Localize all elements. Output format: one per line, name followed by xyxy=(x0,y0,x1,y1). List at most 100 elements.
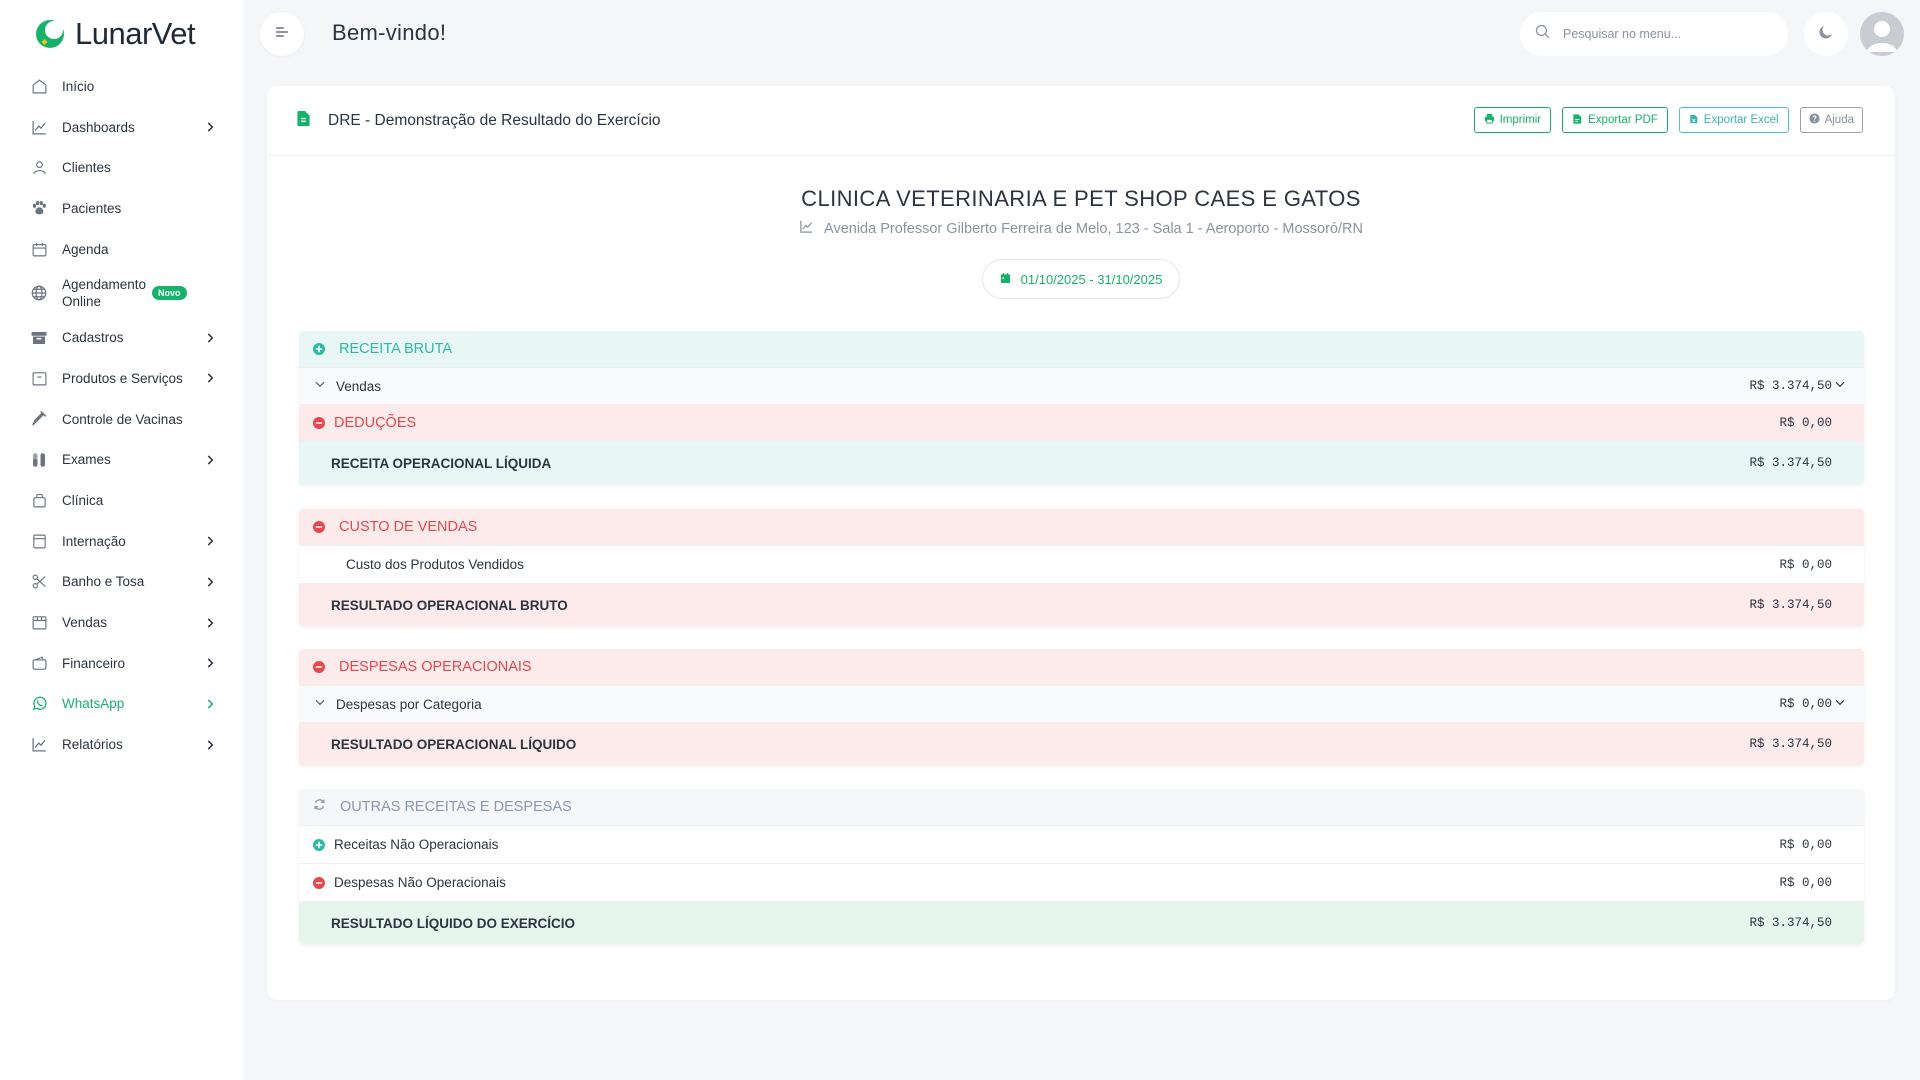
calendar-icon xyxy=(30,240,48,258)
paw-icon xyxy=(30,199,48,217)
row-value: R$ 0,00 xyxy=(1779,557,1832,572)
sidebar-item-produtos-servicos[interactable]: Produtos e Serviços xyxy=(0,358,243,399)
row-value: R$ 3.374,50 xyxy=(1749,456,1832,470)
report-actions: Imprimir Exportar PDF Exportar Excel Aju… xyxy=(1473,107,1863,133)
row-label: Receitas Não Operacionais xyxy=(334,837,499,852)
sidebar-item-dashboards[interactable]: Dashboards xyxy=(0,107,243,148)
pdf-icon xyxy=(1572,113,1583,128)
row-deducoes: DEDUÇÕES R$ 0,00 xyxy=(299,405,1864,442)
menu-toggle-button[interactable] xyxy=(260,12,304,56)
section-title: RECEITA BRUTA xyxy=(339,341,453,357)
theme-toggle-button[interactable] xyxy=(1804,12,1848,56)
row-total-despesas: RESULTADO OPERACIONAL LÍQUIDO R$ 3.374,5… xyxy=(299,723,1864,765)
plus-circle-icon xyxy=(313,838,325,851)
logo-text: LunarVet xyxy=(75,16,196,51)
section-receita: RECEITA BRUTA Vendas R$ 3.374,50 DEDUÇÕE… xyxy=(299,331,1864,484)
row-label: Custo dos Produtos Vendidos xyxy=(346,557,524,572)
print-label: Imprimir xyxy=(1499,114,1542,126)
chart-line-icon xyxy=(30,118,48,136)
sidebar-item-financeiro[interactable]: Financeiro xyxy=(0,643,243,684)
chevron-right-icon xyxy=(203,534,217,548)
row-value: R$ 0,00 xyxy=(1779,875,1832,890)
row-cpv: Custo dos Produtos Vendidos R$ 0,00 xyxy=(299,546,1864,584)
chevron-down-icon xyxy=(313,695,327,714)
plus-circle-icon xyxy=(313,343,325,355)
chevron-right-icon xyxy=(203,575,217,589)
logo[interactable]: LunarVet xyxy=(34,16,196,52)
sidebar-item-label: Banho e Tosa xyxy=(62,574,145,590)
print-button[interactable]: Imprimir xyxy=(1473,107,1552,133)
sidebar-item-label: Vendas xyxy=(62,615,108,631)
sidebar-item-label: Agendamento Online xyxy=(62,277,147,310)
search-icon xyxy=(1534,23,1551,45)
syringe-icon xyxy=(30,410,48,428)
address-text: Avenida Professor Gilberto Ferreira de M… xyxy=(824,220,1363,237)
row-despesas-categoria[interactable]: Despesas por Categoria R$ 0,00 xyxy=(299,686,1864,723)
row-value: R$ 0,00 xyxy=(1779,416,1832,430)
chevron-right-icon xyxy=(203,616,217,630)
row-vendas[interactable]: Vendas R$ 3.374,50 xyxy=(299,368,1864,405)
sidebar-item-label: Controle de Vacinas xyxy=(62,411,183,427)
section-title: OUTRAS RECEITAS E DESPESAS xyxy=(340,799,572,815)
clinic-bag-icon xyxy=(30,492,48,510)
row-label: RESULTADO LÍQUIDO DO EXERCÍCIO xyxy=(331,915,576,931)
store-icon xyxy=(30,614,48,632)
row-value: R$ 0,00 xyxy=(1779,837,1832,852)
search-box[interactable] xyxy=(1520,12,1788,56)
sidebar-item-pacientes[interactable]: Pacientes xyxy=(0,188,243,229)
globe-icon xyxy=(30,284,48,302)
sidebar-item-clinica[interactable]: Clínica xyxy=(0,480,243,521)
sidebar-item-exames[interactable]: Exames xyxy=(0,440,243,481)
chevron-right-icon xyxy=(203,120,217,134)
printer-icon xyxy=(1484,113,1495,127)
sidebar-item-agenda[interactable]: Agenda xyxy=(0,229,243,270)
chevron-right-icon xyxy=(203,697,217,711)
row-total-custo: RESULTADO OPERACIONAL BRUTO R$ 3.374,50 xyxy=(299,584,1864,626)
bed-icon xyxy=(30,532,48,550)
chevron-down-icon xyxy=(1832,695,1848,713)
sidebar-item-label: Produtos e Serviços xyxy=(62,370,183,386)
report-title: DRE - Demonstração de Resultado do Exerc… xyxy=(328,111,661,129)
user-icon xyxy=(30,159,48,177)
row-receitas-nao-operacionais: Receitas Não Operacionais R$ 0,00 xyxy=(299,826,1864,864)
chevron-right-icon xyxy=(203,331,217,345)
sidebar-item-controle-vacinas[interactable]: Controle de Vacinas xyxy=(0,399,243,440)
search-input[interactable] xyxy=(1563,27,1763,41)
export-pdf-button[interactable]: Exportar PDF xyxy=(1562,107,1668,133)
section-header-receita: RECEITA BRUTA xyxy=(299,331,1864,368)
report-header: DRE - Demonstração de Resultado do Exerc… xyxy=(267,86,1895,156)
sidebar-item-internacao[interactable]: Internação xyxy=(0,521,243,562)
row-label: RESULTADO OPERACIONAL BRUTO xyxy=(331,597,568,613)
sidebar-item-vendas[interactable]: Vendas xyxy=(0,602,243,643)
export-excel-button[interactable]: Exportar Excel xyxy=(1678,107,1789,133)
period-selector[interactable]: 01/10/2025 - 31/10/2025 xyxy=(982,259,1180,299)
sidebar-item-label: Início xyxy=(62,78,95,94)
sidebar-item-clientes[interactable]: Clientes xyxy=(0,147,243,188)
section-title: CUSTO DE VENDAS xyxy=(339,519,478,535)
archive-icon xyxy=(30,329,48,347)
help-button[interactable]: Ajuda xyxy=(1799,107,1863,133)
period-text: 01/10/2025 - 31/10/2025 xyxy=(1020,271,1163,287)
sidebar-item-inicio[interactable]: Início xyxy=(0,66,243,107)
row-label: RESULTADO OPERACIONAL LÍQUIDO xyxy=(331,736,577,752)
pdf-label: Exportar PDF xyxy=(1588,114,1658,126)
row-total-receita: RECEITA OPERACIONAL LÍQUIDA R$ 3.374,50 xyxy=(299,442,1864,484)
sidebar-item-whatsapp[interactable]: WhatsApp xyxy=(0,684,243,725)
box-icon xyxy=(30,369,48,387)
sidebar-item-label: Internação xyxy=(62,533,126,549)
report-chart-icon xyxy=(30,736,48,754)
sidebar-item-banho-tosa[interactable]: Banho e Tosa xyxy=(0,562,243,603)
sidebar-item-label: Dashboards xyxy=(62,119,135,135)
section-header-custo: CUSTO DE VENDAS xyxy=(299,509,1864,546)
logo-moon-icon xyxy=(34,18,66,50)
sidebar-item-agendamento-online[interactable]: Agendamento Online Novo xyxy=(0,269,243,317)
sidebar-item-label: WhatsApp xyxy=(62,696,125,712)
sidebar-item-label: Relatórios xyxy=(62,737,123,753)
row-label: DEDUÇÕES xyxy=(334,415,417,431)
row-value: R$ 0,00 xyxy=(1779,695,1848,713)
minus-circle-icon xyxy=(313,417,325,429)
sidebar-item-cadastros[interactable]: Cadastros xyxy=(0,317,243,358)
sidebar-item-relatorios[interactable]: Relatórios xyxy=(0,724,243,765)
section-header-outras: OUTRAS RECEITAS E DESPESAS xyxy=(299,789,1864,826)
avatar[interactable] xyxy=(1860,12,1904,56)
